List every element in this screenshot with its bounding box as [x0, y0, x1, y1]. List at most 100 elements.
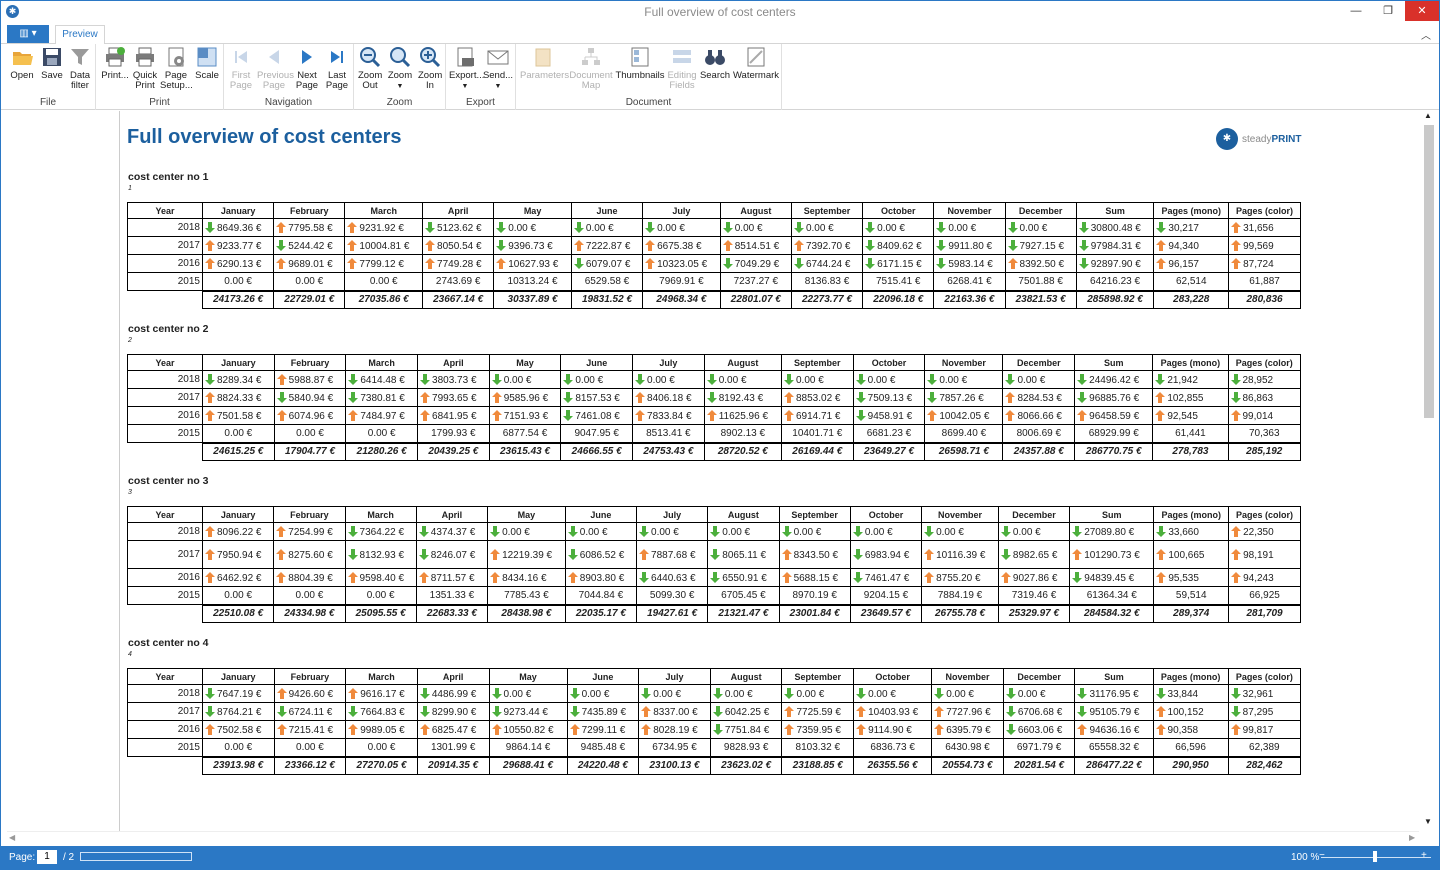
vertical-scroll-thumb[interactable]	[1424, 125, 1434, 418]
column-header: December	[1004, 202, 1077, 219]
page-setup-button[interactable]: Page Setup...	[160, 46, 193, 91]
quick-print-label: Quick Print	[132, 70, 158, 91]
arrow-down-icon	[1230, 687, 1243, 700]
total-cell: 23649.27 €	[852, 441, 926, 461]
value-cell: 7461.08 €	[560, 406, 634, 425]
value-cell: 27089.80 €	[1069, 522, 1155, 541]
cell-value: 6079.07 €	[585, 258, 631, 270]
close-icon[interactable]: ✕	[1405, 1, 1439, 21]
send-button[interactable]: Send... ▼	[482, 46, 514, 92]
column-header: December	[997, 506, 1071, 523]
document-viewer[interactable]: Full overview of cost centers ✱ steadyPR…	[7, 111, 1419, 831]
arrow-up-icon	[641, 723, 653, 736]
cell-value: 27089.80 €	[1084, 526, 1135, 538]
search-button[interactable]: Search	[698, 46, 732, 81]
cell-value: 6440.63 €	[651, 572, 696, 584]
cell-value: 7751.84 €	[724, 724, 770, 736]
thumbnails-button[interactable]: Thumbnails	[615, 46, 665, 81]
cell-value: 6724.11 €	[288, 706, 333, 718]
cell-value: 21,942	[1167, 374, 1198, 386]
cell-value: 7993.65 €	[432, 392, 477, 404]
print-button[interactable]: Print...	[100, 46, 130, 81]
value-cell: 0.00 €	[493, 218, 572, 237]
value-cell: 62,514	[1153, 272, 1230, 291]
first-page-button[interactable]: First Page	[226, 46, 256, 91]
next-page-button[interactable]: Next Page	[292, 46, 322, 91]
cost-table: Year January February March April May June July…	[127, 668, 1302, 775]
value-cell: 70,363	[1227, 424, 1301, 443]
scroll-right-icon[interactable]: ▶	[1409, 833, 1415, 842]
zoom-plus-icon[interactable]: +	[1421, 850, 1427, 861]
arrow-down-icon	[855, 391, 868, 404]
editing-fields-button[interactable]: Editing Fields	[666, 46, 698, 91]
cell-value: 0.00 €	[1017, 374, 1046, 386]
value-cell: 28,952	[1227, 370, 1301, 389]
column-header: March	[344, 506, 417, 523]
cell-value: 0.00 €	[1012, 526, 1041, 538]
zoom-minus-icon[interactable]: −	[1319, 850, 1325, 861]
document-map-button[interactable]: Document Map	[568, 46, 614, 91]
header-row: Year January February March April May June July…	[127, 202, 1301, 219]
arrow-up-icon	[567, 571, 580, 584]
value-cell: 9828.93 €	[709, 738, 783, 757]
tab-preview[interactable]: Preview	[55, 25, 105, 45]
minimize-icon[interactable]: —	[1341, 1, 1371, 21]
last-page-button[interactable]: Last Page	[322, 46, 352, 91]
page-setup-icon	[165, 46, 187, 68]
value-cell: 99,014	[1227, 406, 1301, 425]
arrow-up-icon	[1000, 571, 1013, 584]
zoom-button[interactable]: Zoom ▼	[385, 46, 415, 92]
zoom-in-button[interactable]: Zoom In	[415, 46, 445, 91]
data-filter-button[interactable]: Data filter	[65, 46, 95, 91]
arrow-down-icon	[722, 221, 735, 234]
cell-value: 0.00 €	[1019, 222, 1048, 234]
year-cell: 2017	[127, 388, 203, 407]
value-cell: 8337.00 €	[638, 702, 711, 721]
zoom-slider-thumb[interactable]	[1373, 851, 1377, 862]
scroll-down-icon[interactable]: ▼	[1424, 817, 1432, 826]
column-header: January	[202, 668, 275, 685]
open-button[interactable]: Open	[7, 46, 37, 81]
value-cell: 0.00 €	[852, 370, 926, 389]
thumbnails-icon	[629, 46, 651, 68]
total-cell: 282,462	[1227, 755, 1302, 775]
cell-value: 6550.91 €	[722, 572, 767, 584]
watermark-label: Watermark	[732, 70, 780, 81]
scroll-up-icon[interactable]: ▲	[1424, 111, 1432, 120]
save-button[interactable]: Save	[37, 46, 67, 81]
cell-value: 8434.16 €	[502, 572, 547, 584]
scale-button[interactable]: Scale	[192, 46, 222, 81]
horizontal-scrollbar[interactable]: ◀ ▶	[7, 831, 1419, 845]
value-cell: 7237.27 €	[719, 272, 792, 291]
collapse-ribbon-icon[interactable]: ︿	[1421, 27, 1431, 42]
page-number-input[interactable]: 1	[37, 850, 57, 864]
cell-value: 7795.58 €	[288, 222, 333, 234]
previous-page-button[interactable]: Previous Page	[256, 46, 294, 91]
zoom-out-button[interactable]: Zoom Out	[355, 46, 385, 91]
value-cell: 10550.82 €	[488, 720, 568, 739]
value-cell: 66,925	[1228, 586, 1301, 605]
value-cell: 9027.86 €	[997, 568, 1071, 587]
cell-value: 8028.19 €	[653, 724, 698, 736]
arrow-up-icon	[934, 723, 946, 736]
value-cell: 9396.73 €	[493, 236, 572, 255]
arrow-up-icon	[924, 571, 936, 584]
app-menu-button[interactable]: ▥ ▾	[7, 25, 49, 43]
vertical-scrollbar[interactable]: ▲ ▼	[1421, 111, 1437, 831]
watermark-button[interactable]: Watermark	[732, 46, 780, 81]
value-cell: 8711.57 €	[415, 568, 489, 587]
cell-value: 8853.02 €	[795, 392, 841, 404]
restore-icon[interactable]: ❐	[1373, 1, 1403, 21]
cell-value: 7501.58 €	[217, 410, 262, 422]
table-row: 2016 7501.58 € 6074.96 € 7484.97 € 6841.95 €…	[127, 406, 1301, 425]
export-button[interactable]: Export... ▼	[449, 46, 484, 92]
value-cell: 0.00 €	[853, 684, 933, 703]
column-header: October	[852, 354, 926, 371]
cell-value: 0.00 €	[503, 374, 532, 386]
value-cell: 8649.36 €	[201, 218, 275, 237]
parameters-button[interactable]: Parameters	[520, 46, 569, 81]
quick-print-button[interactable]: Quick Print	[130, 46, 160, 91]
scroll-left-icon[interactable]: ◀	[9, 833, 15, 842]
value-cell: 2743.69 €	[422, 272, 495, 291]
value-cell: 8764.21 €	[202, 702, 275, 721]
